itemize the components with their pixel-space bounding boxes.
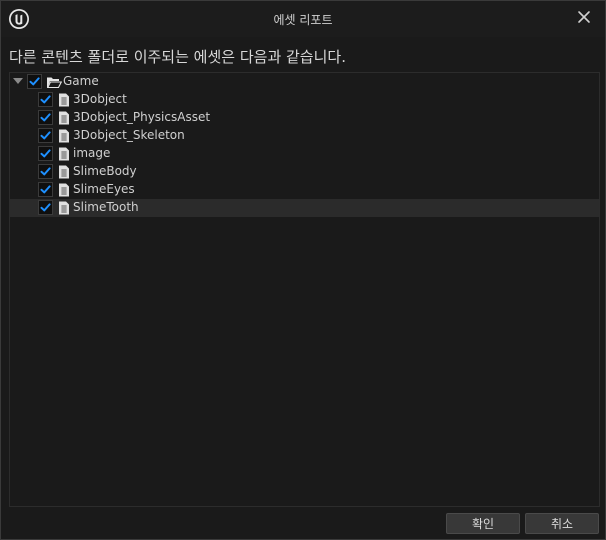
tree-item-label: SlimeBody bbox=[73, 164, 137, 178]
cancel-button[interactable]: 취소 bbox=[525, 513, 599, 534]
item-checkbox[interactable] bbox=[38, 164, 53, 179]
tree-row-item[interactable]: 3Dobject_Skeleton bbox=[10, 127, 599, 145]
ok-button[interactable]: 확인 bbox=[446, 513, 520, 534]
item-checkbox[interactable] bbox=[38, 128, 53, 143]
tree-item-label: SlimeTooth bbox=[73, 200, 139, 214]
checkmark-icon bbox=[40, 203, 51, 212]
checkmark-icon bbox=[40, 149, 51, 158]
expand-arrow-icon[interactable] bbox=[13, 78, 23, 84]
tree-row-item[interactable]: 3Dobject bbox=[10, 91, 599, 109]
tree-item-label: SlimeEyes bbox=[73, 182, 135, 196]
file-icon bbox=[59, 201, 69, 215]
tree-item-label: image bbox=[73, 146, 111, 160]
item-checkbox[interactable] bbox=[38, 200, 53, 215]
file-icon bbox=[59, 93, 69, 107]
checkmark-icon bbox=[40, 185, 51, 194]
asset-tree: Game 3Dobject 3Dobject_PhysicsAsset 3Dob… bbox=[9, 72, 600, 507]
item-checkbox[interactable] bbox=[38, 110, 53, 125]
item-checkbox[interactable] bbox=[38, 182, 53, 197]
tree-row-item[interactable]: SlimeEyes bbox=[10, 181, 599, 199]
checkmark-icon bbox=[40, 113, 51, 122]
close-icon[interactable] bbox=[575, 8, 593, 26]
tree-row-item[interactable]: image bbox=[10, 145, 599, 163]
tree-row-root[interactable]: Game bbox=[10, 73, 599, 91]
file-icon bbox=[59, 129, 69, 143]
file-icon bbox=[59, 183, 69, 197]
title-bar: 에셋 리포트 bbox=[1, 1, 605, 37]
tree-item-label: 3Dobject_PhysicsAsset bbox=[73, 110, 211, 124]
tree-row-item[interactable]: SlimeTooth bbox=[10, 199, 599, 217]
tree-item-label: 3Dobject bbox=[73, 92, 127, 106]
root-checkbox[interactable] bbox=[27, 74, 42, 89]
item-checkbox[interactable] bbox=[38, 92, 53, 107]
tree-row-item[interactable]: 3Dobject_PhysicsAsset bbox=[10, 109, 599, 127]
checkmark-icon bbox=[40, 131, 51, 140]
file-icon bbox=[59, 147, 69, 161]
tree-row-item[interactable]: SlimeBody bbox=[10, 163, 599, 181]
checkmark-icon bbox=[40, 167, 51, 176]
asset-report-dialog: 에셋 리포트 다른 콘텐츠 폴더로 이주되는 에셋은 다음과 같습니다. Gam… bbox=[0, 0, 606, 540]
checkmark-icon bbox=[40, 95, 51, 104]
tree-item-label: Game bbox=[63, 74, 99, 88]
dialog-title: 에셋 리포트 bbox=[273, 13, 333, 27]
migration-message: 다른 콘텐츠 폴더로 이주되는 에셋은 다음과 같습니다. bbox=[9, 48, 346, 66]
file-icon bbox=[59, 111, 69, 125]
file-icon bbox=[59, 165, 69, 179]
tree-item-label: 3Dobject_Skeleton bbox=[73, 128, 185, 142]
checkmark-icon bbox=[29, 77, 40, 86]
item-checkbox[interactable] bbox=[38, 146, 53, 161]
folder-open-icon bbox=[46, 77, 62, 89]
